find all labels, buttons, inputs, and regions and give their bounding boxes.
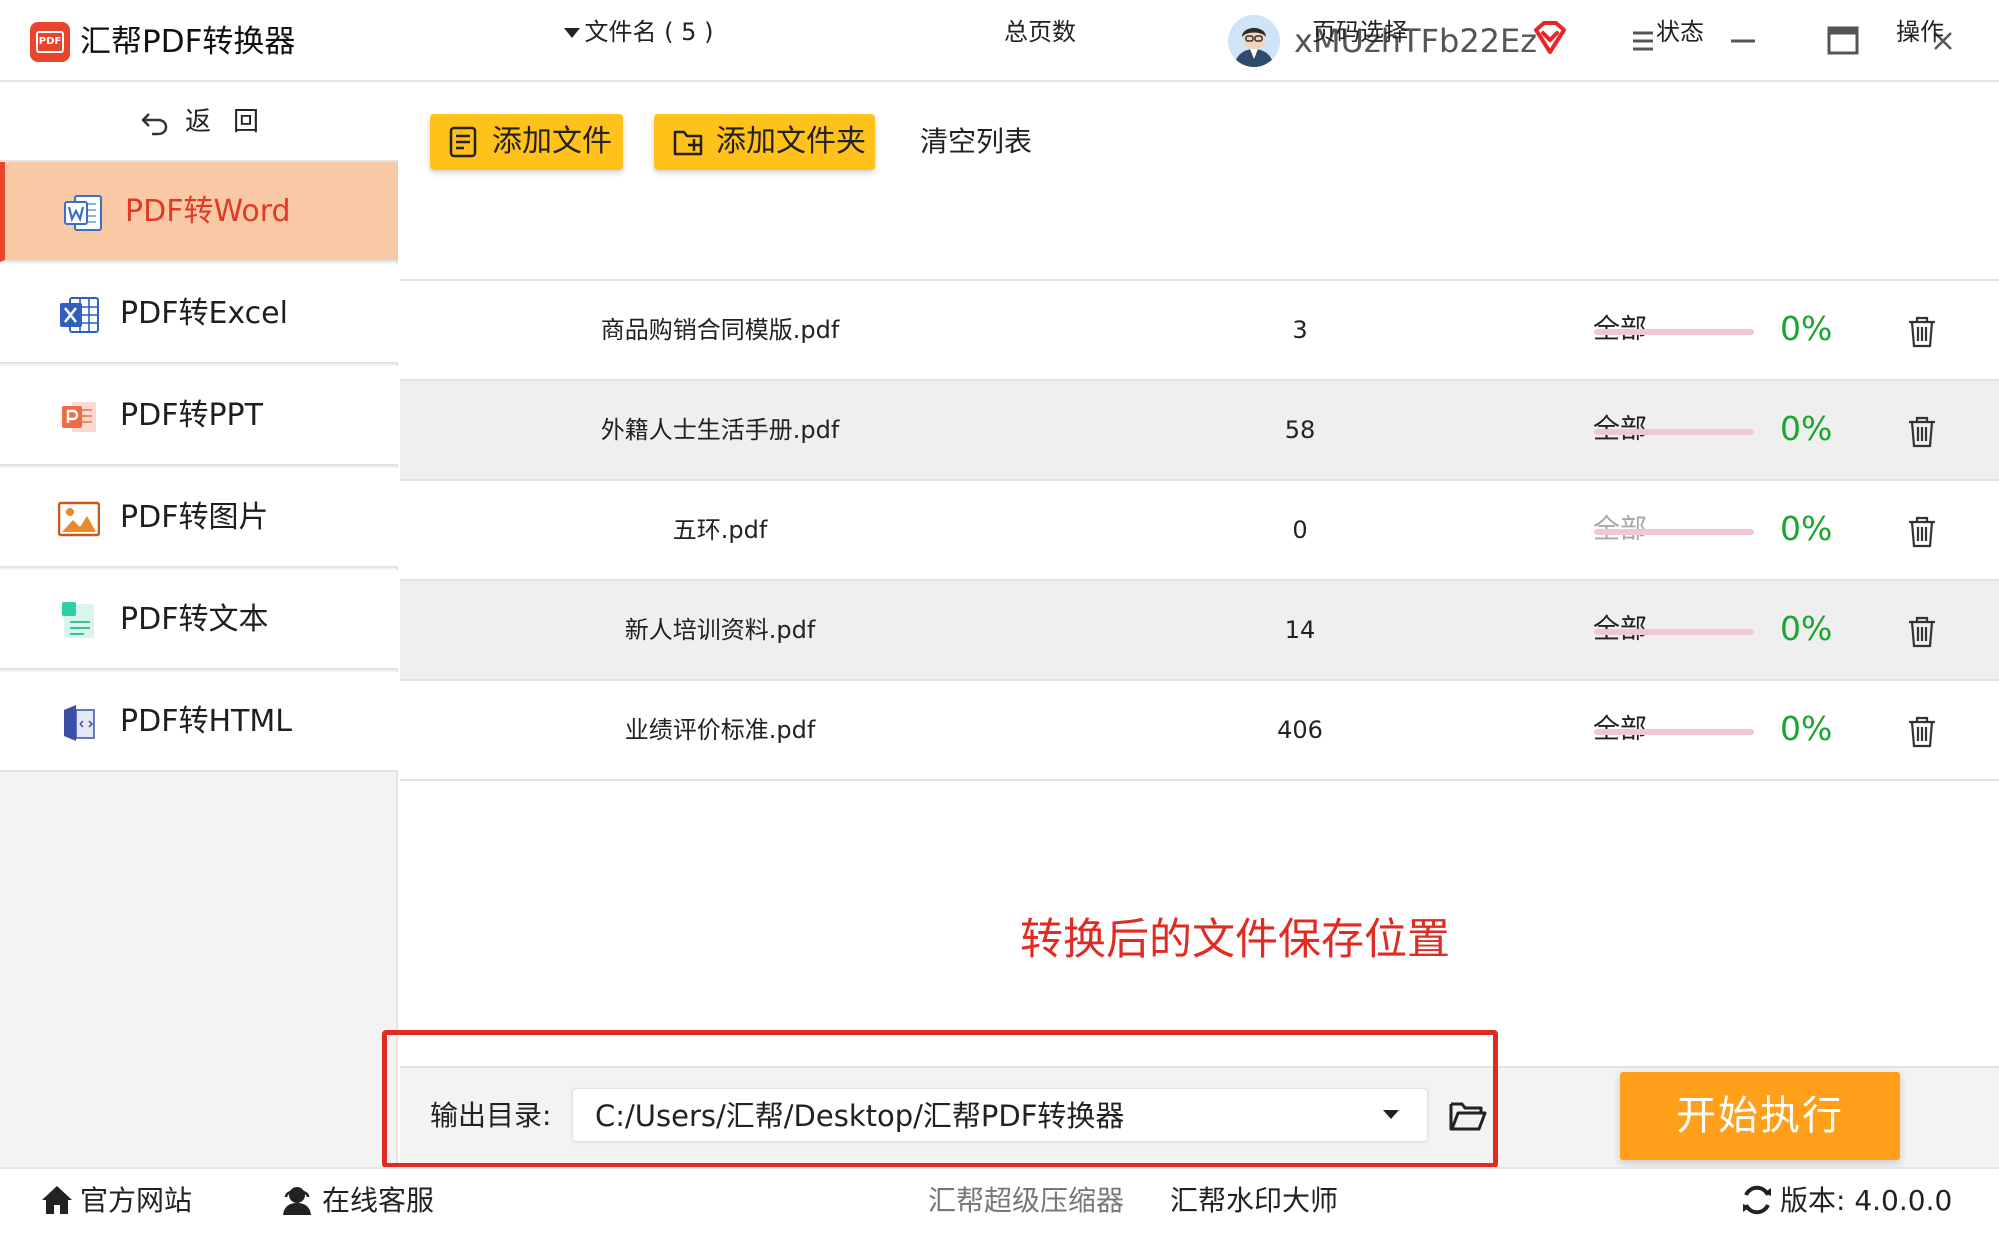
add-folder-button[interactable]: 添加文件夹 [654, 114, 875, 170]
sidebar-item-pdf-to-word[interactable]: PDF转Word [0, 162, 398, 262]
app-logo-icon: PDF [30, 22, 70, 62]
add-file-icon [449, 126, 477, 158]
progress-bar [1594, 629, 1754, 635]
progress-percent: 0% [1780, 709, 1833, 748]
page-count: 14 [1284, 616, 1316, 644]
refresh-icon [1743, 1185, 1771, 1215]
progress-percent: 0% [1780, 309, 1833, 348]
text-icon [62, 602, 94, 638]
online-support-link[interactable]: 在线客服 [322, 1181, 434, 1221]
html-icon [64, 705, 95, 741]
progress-bar [1594, 429, 1754, 435]
image-icon [58, 501, 100, 537]
page-count: 58 [1284, 416, 1316, 444]
sidebar-item-label: PDF转HTML [120, 704, 292, 739]
add-folder-icon [673, 130, 703, 156]
page-count: 3 [1292, 316, 1308, 344]
official-website-link[interactable]: 官方网站 [80, 1181, 192, 1221]
back-button[interactable]: 返回 [0, 82, 398, 162]
vip-diamond-icon[interactable] [1530, 18, 1570, 58]
file-name: 外籍人士生活手册.pdf [600, 416, 840, 444]
sidebar-item-pdf-to-excel[interactable]: PDF转Excel [0, 264, 398, 364]
page-count: 0 [1292, 516, 1308, 544]
column-header-actions: 操作 [1896, 18, 1944, 46]
table-row[interactable]: 新人培训资料.pdf 14 全部 0% [400, 581, 1999, 681]
highlight-box [382, 1030, 1498, 1168]
avatar-icon [1228, 15, 1280, 67]
sidebar-item-pdf-to-ppt[interactable]: PDF转PPT [0, 366, 398, 466]
sidebar-item-pdf-to-html[interactable]: PDF转HTML [0, 672, 398, 772]
column-header-status: 状态 [1656, 18, 1704, 46]
sidebar-item-label: PDF转PPT [120, 398, 263, 433]
delete-icon[interactable] [1906, 315, 1938, 349]
table-row[interactable]: 业绩评价标准.pdf 406 全部 0% [400, 681, 1999, 781]
column-header-name-label: 文件名 ( 5 ) [584, 18, 714, 46]
page-count: 406 [1277, 716, 1323, 744]
delete-icon[interactable] [1906, 415, 1938, 449]
progress-percent: 0% [1780, 409, 1833, 448]
sidebar-item-pdf-to-text[interactable]: PDF转文本 [0, 570, 398, 670]
home-icon [42, 1186, 72, 1214]
back-label: 返回 [185, 107, 282, 137]
column-header-name[interactable]: 文件名 ( 5 ) [548, 12, 728, 52]
add-folder-label: 添加文件夹 [716, 124, 866, 159]
progress-bar [1594, 329, 1754, 335]
status-bar: 官方网站 在线客服 汇帮超级压缩器 汇帮水印大师 版本: 4.0.0.0 [0, 1167, 1999, 1233]
delete-icon[interactable] [1906, 715, 1938, 749]
sidebar-item-label: PDF转Word [125, 194, 291, 229]
add-file-label: 添加文件 [492, 124, 612, 159]
file-name: 业绩评价标准.pdf [624, 716, 816, 744]
app-title: 汇帮PDF转换器 [80, 24, 296, 60]
sidebar-item-pdf-to-image[interactable]: PDF转图片 [0, 468, 398, 568]
excel-icon [60, 297, 99, 333]
sidebar-item-label: PDF转文本 [120, 602, 269, 637]
back-arrow-icon [141, 113, 168, 136]
word-icon [64, 195, 102, 231]
sidebar: 返回 PDF转Word PDF转Excel PDF转PPT PDF转图片 PDF… [0, 82, 398, 1167]
delete-icon[interactable] [1906, 515, 1938, 549]
add-file-button[interactable]: 添加文件 [430, 114, 623, 170]
table-row[interactable]: 外籍人士生活手册.pdf 58 全部 0% [400, 381, 1999, 481]
compressor-link[interactable]: 汇帮超级压缩器 [928, 1181, 1124, 1221]
table-row[interactable]: 商品购销合同模版.pdf 3 全部 0% [400, 281, 1999, 381]
clear-list-button[interactable]: 清空列表 [920, 120, 1032, 164]
save-location-annotation: 转换后的文件保存位置 [1020, 915, 1450, 965]
ppt-icon [62, 402, 96, 432]
app-logo-text: PDF [36, 31, 64, 53]
progress-percent: 0% [1780, 509, 1833, 548]
sidebar-item-label: PDF转Excel [120, 296, 288, 331]
version-label: 版本: 4.0.0.0 [1780, 1184, 1953, 1217]
customer-service-icon [283, 1187, 311, 1215]
progress-bar [1594, 529, 1754, 535]
watermark-link[interactable]: 汇帮水印大师 [1170, 1181, 1338, 1221]
progress-percent: 0% [1780, 609, 1833, 648]
file-name: 新人培训资料.pdf [624, 616, 816, 644]
progress-bar [1594, 729, 1754, 735]
user-avatar[interactable] [1228, 15, 1280, 67]
column-header-range: 页码选择 [1312, 18, 1408, 46]
file-name: 商品购销合同模版.pdf [600, 316, 840, 344]
sort-down-icon [563, 28, 580, 38]
delete-icon[interactable] [1906, 615, 1938, 649]
file-name: 五环.pdf [672, 516, 768, 544]
table-row[interactable]: 五环.pdf 0 全部 0% [400, 481, 1999, 581]
sidebar-item-label: PDF转图片 [120, 500, 269, 535]
start-button[interactable]: 开始执行 [1620, 1072, 1900, 1160]
column-header-pages: 总页数 [1004, 18, 1076, 46]
